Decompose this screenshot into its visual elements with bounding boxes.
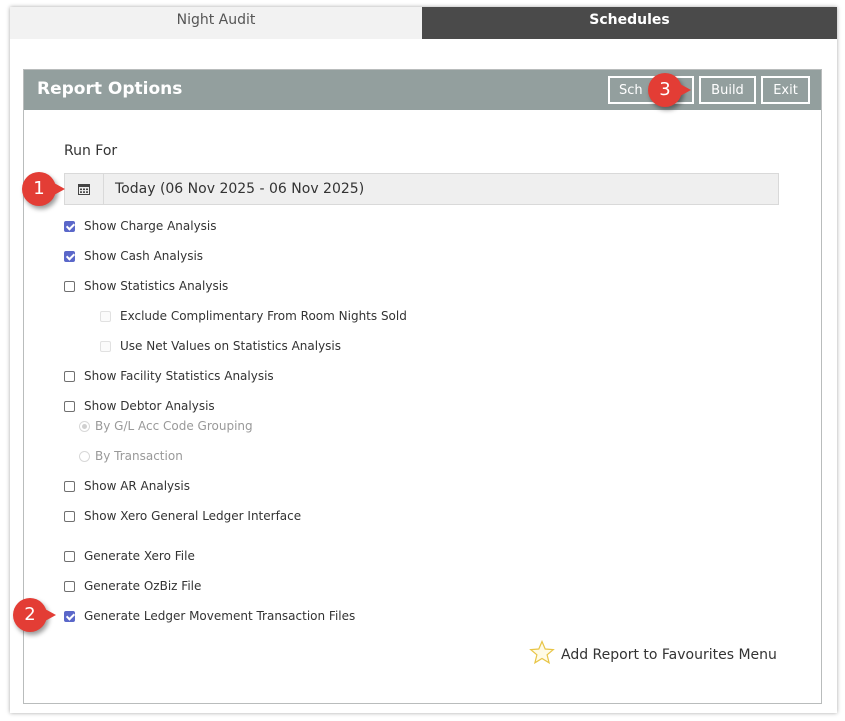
- charge-analysis-label: Show Charge Analysis: [84, 219, 217, 233]
- exclude-complimentary-label: Exclude Complimentary From Room Nights S…: [120, 309, 407, 323]
- exclude-complimentary-checkbox: [100, 310, 111, 322]
- option-by-gl-grouping: By G/L Acc Code Grouping: [79, 417, 253, 435]
- report-window: Night Audit Schedules Report Options Sch…: [10, 7, 837, 713]
- tab-bar: Night Audit Schedules: [10, 7, 837, 39]
- generate-ledger-movement-label: Generate Ledger Movement Transaction Fil…: [84, 609, 356, 623]
- cash-analysis-checkbox[interactable]: [64, 250, 75, 262]
- tab-schedules[interactable]: Schedules: [422, 7, 837, 39]
- by-gl-grouping-radio: [79, 420, 90, 432]
- report-options-panel: Report Options Sch Build Exit Run For To…: [23, 69, 822, 704]
- add-to-favourites[interactable]: Add Report to Favourites Menu: [529, 639, 777, 669]
- generate-ledger-movement-checkbox[interactable]: [64, 610, 75, 622]
- generate-ozbiz-checkbox[interactable]: [64, 580, 75, 592]
- by-transaction-label: By Transaction: [95, 449, 183, 463]
- generate-xero-label: Generate Xero File: [84, 549, 195, 563]
- date-range-value: Today (06 Nov 2025 - 06 Nov 2025): [115, 181, 365, 197]
- option-exclude-complimentary: Exclude Complimentary From Room Nights S…: [100, 307, 407, 325]
- date-range-field[interactable]: Today (06 Nov 2025 - 06 Nov 2025): [64, 173, 779, 205]
- step-marker-2: 2: [13, 598, 56, 632]
- charge-analysis-checkbox[interactable]: [64, 220, 75, 232]
- facility-statistics-label: Show Facility Statistics Analysis: [84, 369, 274, 383]
- option-debtor-analysis[interactable]: Show Debtor Analysis: [64, 397, 215, 415]
- by-gl-grouping-label: By G/L Acc Code Grouping: [95, 419, 253, 433]
- use-net-values-label: Use Net Values on Statistics Analysis: [120, 339, 342, 353]
- debtor-analysis-label: Show Debtor Analysis: [84, 399, 215, 413]
- ar-analysis-label: Show AR Analysis: [84, 479, 190, 493]
- option-use-net-values: Use Net Values on Statistics Analysis: [100, 337, 341, 355]
- option-statistics-analysis[interactable]: Show Statistics Analysis: [64, 277, 228, 295]
- option-generate-xero[interactable]: Generate Xero File: [64, 547, 195, 565]
- option-generate-ozbiz[interactable]: Generate OzBiz File: [64, 577, 201, 595]
- debtor-analysis-checkbox[interactable]: [64, 400, 75, 412]
- option-xero-gl-interface[interactable]: Show Xero General Ledger Interface: [64, 507, 301, 525]
- run-for-label: Run For: [64, 143, 118, 159]
- facility-statistics-checkbox[interactable]: [64, 370, 75, 382]
- exit-button[interactable]: Exit: [761, 76, 810, 104]
- option-ar-analysis[interactable]: Show AR Analysis: [64, 477, 190, 495]
- option-charge-analysis[interactable]: Show Charge Analysis: [64, 217, 217, 235]
- option-facility-statistics[interactable]: Show Facility Statistics Analysis: [64, 367, 274, 385]
- add-to-favourites-label: Add Report to Favourites Menu: [561, 646, 777, 663]
- build-button[interactable]: Build: [699, 76, 756, 104]
- cash-analysis-label: Show Cash Analysis: [84, 249, 204, 263]
- panel-header: Report Options Sch Build Exit: [24, 70, 821, 110]
- calendar-icon[interactable]: [65, 174, 104, 204]
- by-transaction-radio: [79, 450, 90, 462]
- statistics-analysis-checkbox[interactable]: [64, 280, 75, 292]
- generate-xero-checkbox[interactable]: [64, 550, 75, 562]
- tab-night-audit[interactable]: Night Audit: [10, 7, 422, 39]
- xero-gl-interface-checkbox[interactable]: [64, 510, 75, 522]
- generate-ozbiz-label: Generate OzBiz File: [84, 579, 202, 593]
- statistics-analysis-label: Show Statistics Analysis: [84, 279, 229, 293]
- ar-analysis-checkbox[interactable]: [64, 480, 75, 492]
- xero-gl-interface-label: Show Xero General Ledger Interface: [84, 509, 302, 523]
- panel-title: Report Options: [37, 79, 183, 99]
- step-marker-3: 3: [648, 73, 691, 107]
- use-net-values-checkbox: [100, 340, 111, 352]
- star-icon[interactable]: [529, 639, 555, 669]
- step-marker-1: 1: [22, 172, 65, 206]
- option-by-transaction: By Transaction: [79, 447, 183, 465]
- option-generate-ledger-movement[interactable]: Generate Ledger Movement Transaction Fil…: [64, 607, 355, 625]
- option-cash-analysis[interactable]: Show Cash Analysis: [64, 247, 203, 265]
